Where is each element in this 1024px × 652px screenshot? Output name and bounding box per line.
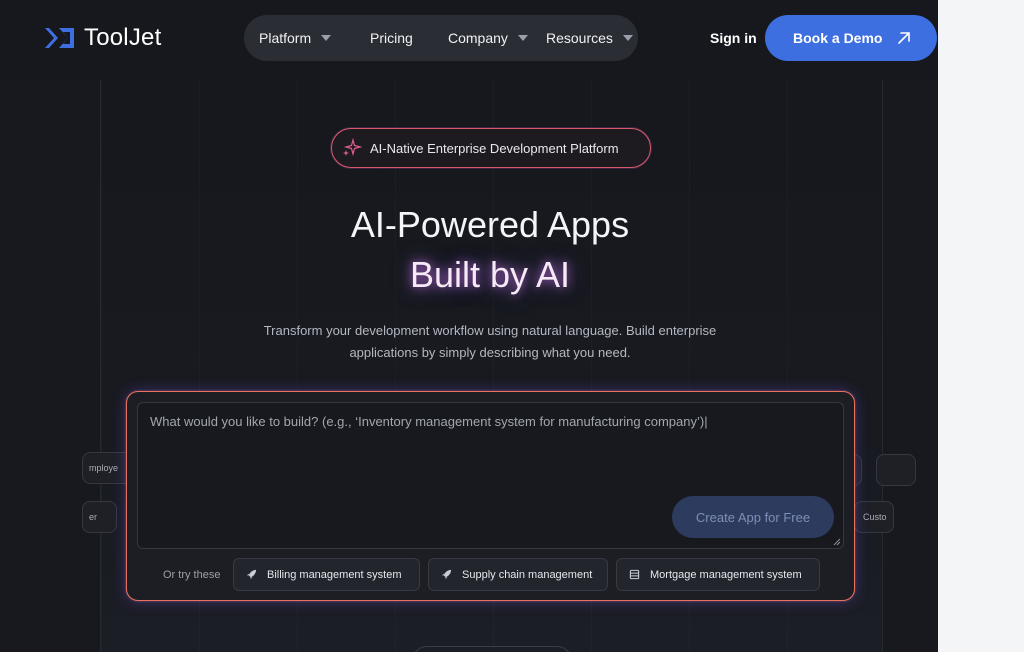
chevron-down-icon [517,35,528,41]
try-these-label: Or try these [163,569,221,581]
side-chip-left-bottom[interactable]: er [82,501,117,533]
hero-title-line2: Built by AI [409,254,571,295]
hero-subtitle: Transform your development workflow usin… [263,323,717,360]
book-demo-label: Book a Demo [793,30,883,46]
nav-platform[interactable]: Platform [259,30,332,46]
book-demo-button[interactable]: Book a Demo [765,15,937,61]
tooljet-logo-icon [45,28,74,48]
main-nav: Platform Pricing Company Resources [244,15,638,61]
page-frame: ToolJet Platform Pricing Company Resourc… [0,0,938,652]
arrow-up-right-icon [898,32,911,44]
suggestion-billing[interactable]: Billing management system [233,558,420,591]
nav-company[interactable]: Company [448,30,528,46]
logo[interactable]: ToolJet [44,24,161,52]
chevron-down-icon [622,35,633,41]
hero-title-line1: AI-Powered Apps [350,204,630,245]
nav-pricing-label: Pricing [370,30,413,46]
logo-text: ToolJet [84,24,162,51]
sparkles-icon [343,138,362,157]
create-app-button[interactable]: Create App for Free [672,496,834,538]
bottom-pill-outline[interactable] [412,646,572,652]
page-edge-strip [938,0,1024,652]
side-chip-left-bottom-label: er [89,512,98,522]
side-chip-right-top-2[interactable] [876,454,916,486]
signin-link[interactable]: Sign in [710,30,757,46]
nav-resources[interactable]: Resources [546,30,633,46]
rocket-icon [246,569,257,580]
top-header: ToolJet Platform Pricing Company Resourc… [0,0,938,78]
platform-badge: AI-Native Enterprise Development Platfor… [331,128,651,168]
nav-platform-label: Platform [259,30,312,46]
prompt-input[interactable]: What would you like to build? (e.g., ‘In… [137,402,844,549]
nav-company-label: Company [448,30,508,46]
suggestion-mortgage[interactable]: Mortgage management system [616,558,820,591]
side-chip-right-bottom[interactable]: Custo [854,501,894,533]
suggestion-mortgage-label: Mortgage management system [650,568,802,581]
side-chip-left-top-label: mploye [89,463,119,473]
suggestion-supply-chain-label: Supply chain management [462,568,593,581]
nav-pricing[interactable]: Pricing [370,30,413,46]
table-icon [629,569,640,580]
prompt-card: What would you like to build? (e.g., ‘In… [126,391,855,601]
rocket-icon [441,569,452,580]
prompt-placeholder: What would you like to build? (e.g., ‘In… [150,414,708,429]
side-chip-right-bottom-label: Custo [863,512,887,522]
suggestion-supply-chain[interactable]: Supply chain management [428,558,608,591]
nav-resources-label: Resources [546,30,613,46]
chevron-down-icon [321,35,332,41]
suggestion-billing-label: Billing management system [267,568,402,581]
badge-text: AI-Native Enterprise Development Platfor… [370,140,619,156]
resize-handle-icon[interactable] [833,538,841,546]
